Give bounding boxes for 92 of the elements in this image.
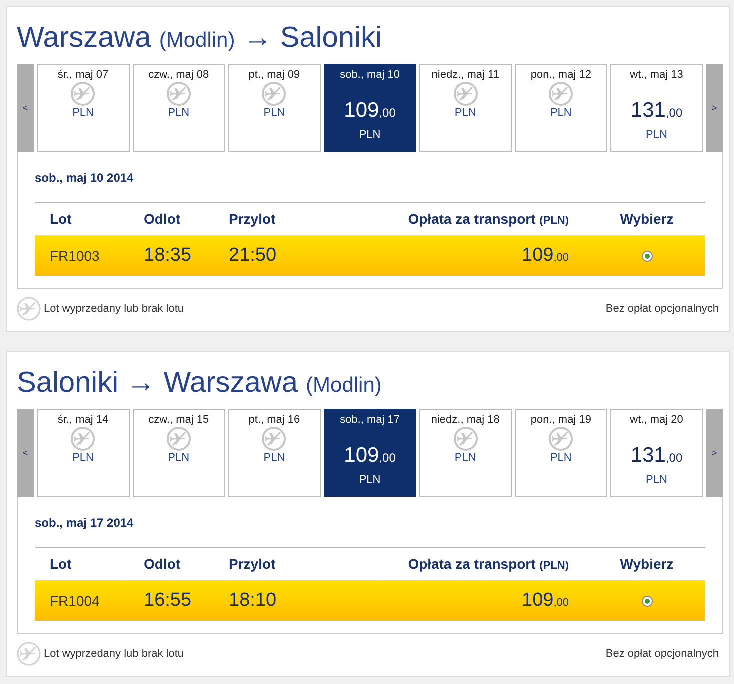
fare-price: 131,00 [630,443,683,469]
currency-label: PLN [359,128,381,142]
currency-label: PLN [550,451,572,465]
flight-number: FR1004 [50,593,100,609]
currency-label: PLN [168,106,190,120]
column-header: Wybierz [619,211,674,227]
day-label: sob., maj 17 [340,413,400,427]
no-flight-icon [454,427,478,451]
day-label: czw., maj 08 [148,68,210,82]
column-header: Opłata za transport (PLN) [408,556,569,572]
day-label: czw., maj 15 [148,413,210,427]
fare-price: 109,00 [344,98,396,124]
date-tab[interactable]: pon., maj 12 PLN [514,64,608,152]
currency-label: PLN [550,106,572,120]
fare-price: 109,00 [522,245,569,267]
no-flight-icon [166,427,191,451]
column-header: Lot [50,211,72,227]
currency-label: PLN [72,106,94,120]
column-header: Odlot [144,211,181,227]
no-flight-icon [17,642,41,666]
previous-dates-button[interactable]: < [17,64,34,152]
currency-label: PLN [454,451,476,465]
column-header: Przylot [229,556,276,572]
fare-price: 109,00 [344,443,396,469]
day-label: pt., maj 09 [248,68,300,82]
fare-price: 131,00 [630,98,683,124]
next-dates-button[interactable]: > [706,64,724,152]
date-tab[interactable]: pt., maj 16 PLN [228,409,321,497]
arrival-time: 18:10 [229,590,277,612]
currency-label: PLN [264,106,286,120]
selected-date-label: sob., maj 17 2014 [35,515,135,531]
fare-price: 109,00 [522,590,569,612]
column-header: Przylot [229,211,276,227]
route-title: Warszawa (Modlin) → Saloniki [17,21,383,56]
date-tab[interactable]: niedz., maj 11 PLN [419,64,512,152]
day-label: wt., maj 13 [630,68,684,82]
date-tab[interactable]: czw., maj 08 PLN [132,64,226,152]
date-tab[interactable]: pt., maj 09 PLN [228,64,321,152]
flight-row[interactable]: FR1003 18:35 21:50 109,00 [35,236,705,276]
currency-label: PLN [646,128,668,142]
currency-label: PLN [168,451,190,465]
date-tab[interactable]: śr., maj 07 PLN [37,64,130,152]
flight-row[interactable]: FR1004 16:55 18:10 109,00 [35,581,705,621]
no-flight-icon [454,82,478,106]
day-label: pon., maj 19 [530,413,592,427]
currency-label: PLN [264,451,286,465]
previous-dates-button[interactable]: < [17,409,34,497]
no-flight-icon [549,427,574,451]
no-flight-icon [71,427,96,451]
arrival-time: 21:50 [229,245,277,267]
column-header: Odlot [144,556,181,572]
column-header: Wybierz [619,556,674,572]
day-label: wt., maj 20 [630,413,684,427]
currency-label: PLN [359,473,381,487]
flight-number: FR1003 [50,248,100,264]
selected-date-label: sob., maj 10 2014 [35,170,135,186]
date-tab[interactable]: czw., maj 15 PLN [132,409,226,497]
no-flight-icon [71,82,96,106]
day-label: sob., maj 10 [340,68,400,82]
column-header: Opłata za transport (PLN) [408,211,569,227]
day-label: pt., maj 16 [248,413,300,427]
departure-time: 16:55 [144,590,192,612]
day-label: niedz., maj 11 [432,68,500,82]
legend-text: Lot wyprzedany lub brak lotu [44,648,184,660]
currency-label: PLN [454,106,476,120]
no-flight-icon [549,82,574,106]
date-tab[interactable]: śr., maj 14 PLN [37,409,130,497]
radio-button[interactable] [642,596,652,606]
column-header: Lot [50,556,72,572]
no-flight-icon [262,427,286,451]
currency-label: PLN [646,473,668,487]
legend-text: Lot wyprzedany lub brak lotu [44,303,184,315]
day-label: śr., maj 14 [58,413,109,427]
departure-time: 18:35 [144,245,192,267]
date-tab[interactable]: sob., maj 17 109,00 PLN [324,409,416,497]
date-tab[interactable]: niedz., maj 18 PLN [419,409,512,497]
next-dates-button[interactable]: > [706,409,724,497]
day-label: pon., maj 12 [530,68,592,82]
date-tab[interactable]: wt., maj 13 131,00 PLN [610,64,704,152]
currency-label: PLN [72,451,94,465]
date-tab[interactable]: sob., maj 10 109,00 PLN [324,64,416,152]
fees-note: Bez opłat opcjonalnych [606,648,719,660]
no-flight-icon [262,82,286,106]
no-flight-icon [166,82,191,106]
day-label: niedz., maj 18 [431,413,500,427]
date-tab[interactable]: pon., maj 19 PLN [514,409,608,497]
fees-note: Bez opłat opcjonalnych [606,303,719,315]
date-tab[interactable]: wt., maj 20 131,00 PLN [610,409,704,497]
day-label: śr., maj 07 [58,68,109,82]
no-flight-icon [17,297,41,321]
route-title: Saloniki → Warszawa (Modlin) [17,366,383,401]
radio-button[interactable] [642,250,652,262]
